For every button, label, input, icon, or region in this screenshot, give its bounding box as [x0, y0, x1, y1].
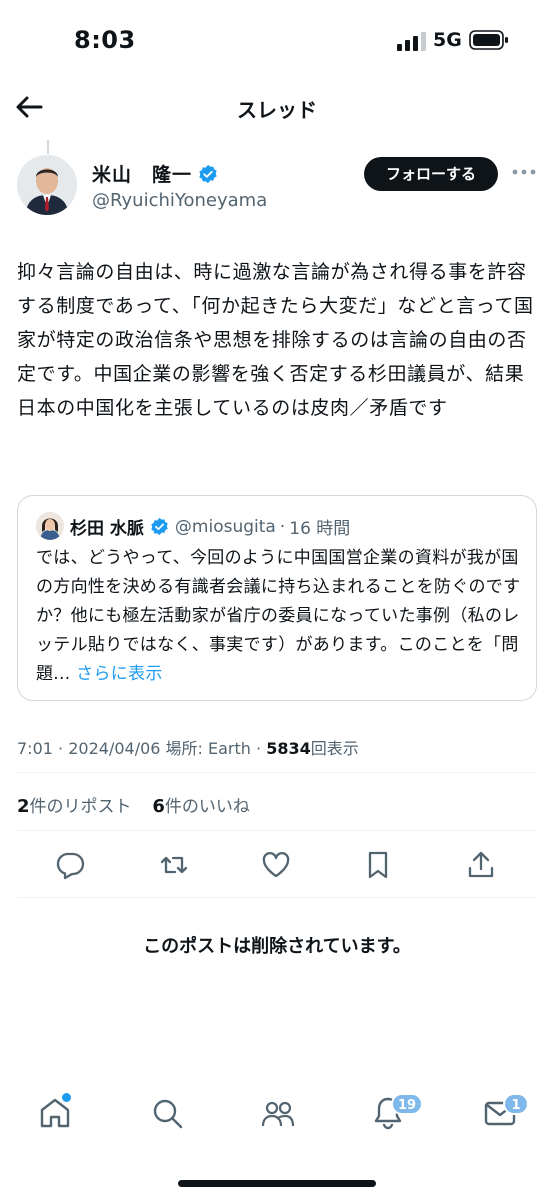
- deleted-post-notice: このポストは削除されています。: [143, 936, 411, 957]
- post-action-bar: [0, 847, 554, 883]
- verified-badge-icon: [199, 164, 217, 183]
- avatar-photo: [17, 155, 77, 215]
- like-label: 件のいいね: [164, 797, 250, 817]
- post-meta: 7:01 · 2024/04/06 場所: Earth · 5834回表示: [17, 735, 359, 759]
- author-name-row: 米山 隆一: [92, 160, 218, 187]
- repost-icon[interactable]: [158, 849, 190, 881]
- quoted-post-text: では、どうやって、今回のように中国国営企業の資料が我が国の方向性を決める有識者会…: [36, 544, 526, 689]
- author-avatar[interactable]: [17, 155, 77, 215]
- page-title: スレッド: [237, 98, 317, 122]
- quoted-avatar-photo: [36, 512, 64, 540]
- home-indicator: [178, 1180, 376, 1187]
- quoted-post-header: 杉田 水脈 @miosugita · 16 時間: [70, 514, 351, 540]
- repost-count: 2: [17, 796, 30, 817]
- quoted-author-avatar: [36, 512, 64, 540]
- thread-connector-line: [47, 140, 49, 154]
- bookmark-icon[interactable]: [362, 849, 394, 881]
- author-name[interactable]: 米山 隆一: [92, 160, 192, 187]
- messages-badge: 1: [503, 1093, 529, 1115]
- post-time: 7:01: [17, 739, 53, 758]
- status-time: 8:03: [74, 26, 136, 54]
- post-text: 抑々言論の自由は、時に過激な言論が為され得る事を許容する制度であって、「何か起き…: [17, 261, 534, 419]
- divider: [17, 897, 537, 898]
- quoted-post-card[interactable]: 杉田 水脈 @miosugita · 16 時間 では、どうやって、今回のように…: [17, 495, 537, 701]
- search-icon[interactable]: [149, 1095, 185, 1131]
- author-handle: @RyuichiYoneyama: [92, 190, 268, 211]
- bottom-tab-bar: 19 1: [0, 1085, 554, 1155]
- quoted-author-name: 杉田 水脈: [70, 519, 144, 539]
- like-stat[interactable]: 6件のいいね: [152, 796, 250, 817]
- post-location: 場所: Earth: [165, 739, 251, 758]
- verified-badge-icon: [151, 517, 168, 536]
- divider: [17, 772, 537, 773]
- reply-icon[interactable]: [54, 849, 86, 881]
- post-date: 2024/04/06: [68, 739, 161, 758]
- home-new-dot: [62, 1093, 71, 1102]
- divider: [17, 830, 537, 831]
- status-bar: 8:03 5G: [0, 0, 554, 84]
- engagement-stats: 2件のリポスト 6件のいいね: [17, 792, 250, 817]
- battery-icon: [469, 30, 508, 50]
- repost-stat[interactable]: 2件のリポスト: [17, 796, 132, 817]
- quoted-author-handle: @miosugita: [174, 516, 276, 537]
- communities-icon[interactable]: [260, 1095, 296, 1131]
- show-more-link[interactable]: さらに表示: [76, 664, 163, 684]
- like-heart-icon[interactable]: [260, 849, 292, 881]
- share-icon[interactable]: [465, 849, 497, 881]
- signal-icon: [397, 32, 426, 51]
- separator-dot: ·: [58, 739, 64, 758]
- repost-label: 件のリポスト: [29, 797, 132, 817]
- separator-dot: ·: [279, 516, 286, 537]
- notifications-badge: 19: [391, 1093, 424, 1115]
- separator-dot: ·: [256, 739, 262, 758]
- follow-button[interactable]: フォローする: [364, 157, 498, 191]
- quoted-post-time: 16 時間: [289, 519, 351, 539]
- more-options-icon[interactable]: [511, 165, 537, 179]
- thread-header: スレッド: [0, 84, 554, 134]
- network-label: 5G: [433, 29, 462, 51]
- view-count: 5834: [266, 739, 311, 758]
- view-count-label: 回表示: [310, 739, 359, 758]
- like-count: 6: [152, 796, 165, 817]
